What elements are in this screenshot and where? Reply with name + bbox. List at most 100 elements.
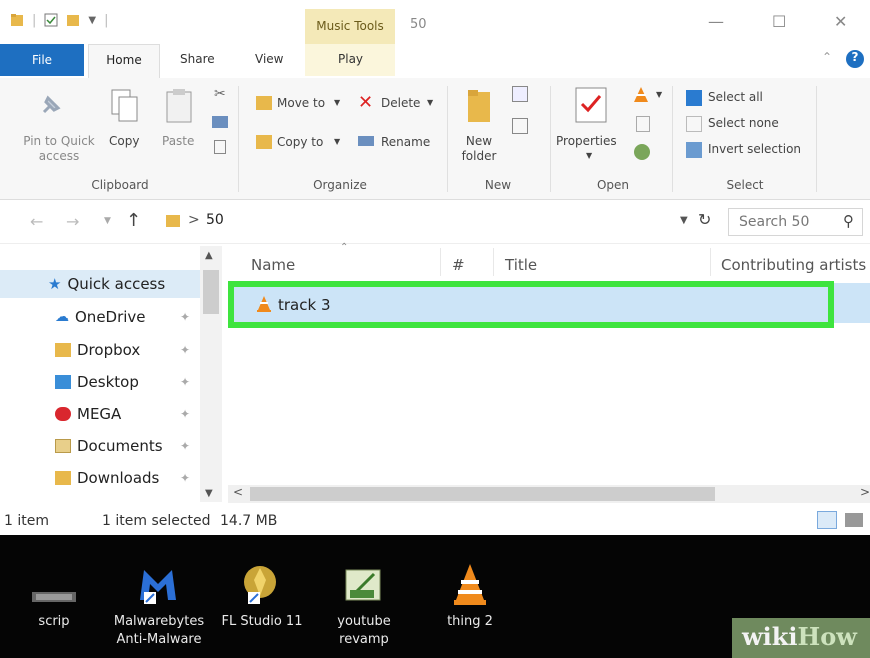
column-header-title[interactable]: Title	[505, 256, 537, 274]
column-header-number[interactable]: #	[452, 256, 465, 274]
copy-button[interactable]: Copy	[109, 134, 139, 148]
paste-icon[interactable]	[164, 88, 194, 126]
malwarebytes-icon[interactable]	[134, 560, 182, 608]
delete-dropdown-icon[interactable]: ▼	[427, 98, 433, 107]
horizontal-scrollbar-thumb[interactable]	[250, 487, 715, 501]
column-divider[interactable]	[440, 248, 441, 276]
vlc-open-icon[interactable]	[632, 86, 650, 104]
refresh-icon[interactable]: ↻	[698, 210, 711, 229]
rename-button[interactable]: Rename	[381, 135, 430, 149]
address-dropdown-icon[interactable]: ▼	[680, 215, 688, 226]
qat-dropdown-icon[interactable]: ▼	[88, 15, 96, 26]
details-view-icon[interactable]	[817, 511, 837, 529]
column-divider[interactable]	[493, 248, 494, 276]
nav-item-downloads[interactable]: Downloads	[55, 469, 159, 487]
column-header-name[interactable]: Name	[251, 256, 295, 274]
tab-play[interactable]: Play	[338, 52, 363, 66]
properties-button[interactable]: Properties	[556, 134, 617, 148]
nav-item-onedrive[interactable]: ☁ OneDrive	[55, 308, 146, 326]
qat-divider: |	[32, 12, 37, 28]
select-all-button[interactable]: Select all	[708, 90, 763, 104]
nav-item-quick-access[interactable]: ★ Quick access	[48, 275, 165, 293]
help-icon[interactable]: ?	[846, 50, 864, 68]
new-folder-large-icon[interactable]	[464, 86, 494, 126]
history-icon[interactable]	[634, 144, 650, 160]
forward-arrow-icon[interactable]: →	[66, 212, 79, 231]
address-bar[interactable]: > 50 ▼ ↻	[160, 208, 725, 236]
delete-button[interactable]: Delete	[381, 96, 420, 110]
large-icons-view-icon[interactable]	[845, 513, 863, 527]
column-header-contributing-artists[interactable]: Contributing artists	[721, 256, 866, 274]
new-folder-icon[interactable]	[66, 12, 80, 28]
open-dropdown-icon[interactable]: ▼	[656, 90, 662, 99]
search-input[interactable]: Search 50 ⚲	[728, 208, 863, 236]
nav-scroll-down-icon[interactable]: ▼	[205, 488, 213, 499]
tab-file[interactable]: File	[0, 44, 84, 76]
tab-share[interactable]: Share	[180, 52, 215, 66]
new-folder-label-2: folder	[461, 149, 497, 163]
edit-icon[interactable]	[636, 116, 650, 132]
nav-scrollbar-thumb[interactable]	[203, 270, 219, 314]
tab-home[interactable]: Home	[88, 44, 160, 80]
desktop-label-malwarebytes[interactable]: Malwarebytes Anti-Malware	[104, 613, 214, 649]
column-divider[interactable]	[710, 248, 711, 276]
up-arrow-icon[interactable]: ↑	[126, 210, 141, 231]
desktop-label-line: scrip	[38, 614, 70, 629]
pin-label: Pin to Quick	[23, 134, 95, 148]
folder-icon[interactable]	[10, 12, 24, 28]
tab-view[interactable]: View	[255, 52, 283, 66]
vlc-thing2-icon[interactable]	[446, 560, 494, 608]
rename-icon	[358, 136, 374, 146]
nav-label: Dropbox	[77, 341, 141, 359]
cut-icon[interactable]: ✂	[214, 86, 226, 102]
copy-to-button[interactable]: Copy to	[277, 135, 323, 149]
paste-button[interactable]: Paste	[162, 134, 194, 148]
nav-label: MEGA	[77, 405, 122, 423]
scroll-left-icon[interactable]: <	[233, 485, 243, 499]
move-to-button[interactable]: Move to	[277, 96, 325, 110]
delete-icon: ✕	[358, 92, 374, 113]
nav-item-documents[interactable]: Documents	[55, 437, 163, 455]
quick-access-toolbar: | ▼ |	[10, 12, 108, 28]
minimize-button[interactable]: —	[708, 12, 724, 31]
properties-check-icon[interactable]	[44, 12, 58, 28]
collapse-ribbon-icon[interactable]: ⌃	[822, 50, 832, 64]
pin-icon[interactable]	[36, 92, 64, 120]
paste-shortcut-icon[interactable]	[214, 140, 226, 154]
properties-dropdown-icon[interactable]: ▼	[586, 151, 592, 160]
nav-scroll-up-icon[interactable]: ▲	[205, 250, 213, 261]
nav-item-dropbox[interactable]: Dropbox	[55, 341, 140, 359]
desktop-label-youtube[interactable]: youtube revamp	[322, 613, 406, 649]
nav-item-mega[interactable]: MEGA	[55, 405, 121, 423]
maximize-button[interactable]: ☐	[772, 12, 786, 31]
desktop-label-scrip[interactable]: scrip	[30, 613, 78, 631]
youtube-revamp-icon[interactable]	[340, 560, 388, 608]
invert-selection-button[interactable]: Invert selection	[708, 142, 801, 156]
copy-to-dropdown-icon[interactable]: ▼	[334, 137, 340, 146]
close-button[interactable]: ✕	[834, 12, 847, 31]
desktop-label-line-2: Anti-Malware	[116, 632, 202, 647]
copy-path-icon[interactable]	[212, 116, 228, 128]
select-none-button[interactable]: Select none	[708, 116, 779, 130]
pin-to-quick-access-button[interactable]: Pin to Quick access	[20, 134, 98, 164]
select-none-icon	[686, 116, 702, 132]
nav-item-desktop[interactable]: Desktop	[55, 373, 139, 391]
scroll-right-icon[interactable]: >	[860, 485, 870, 499]
recent-locations-icon[interactable]: ▼	[104, 216, 111, 226]
path-folder[interactable]: 50	[206, 212, 224, 228]
nav-label: Documents	[77, 437, 163, 455]
copy-icon[interactable]	[110, 88, 140, 124]
organize-group-label: Organize	[313, 178, 367, 192]
fl-studio-icon[interactable]	[236, 560, 284, 608]
properties-icon[interactable]	[574, 86, 608, 124]
desktop-folder-icon	[55, 375, 71, 389]
status-bar: 1 item 1 item selected 14.7 MB	[0, 505, 870, 535]
back-arrow-icon[interactable]: ←	[30, 212, 43, 231]
desktop-label-thing-2[interactable]: thing 2	[430, 613, 510, 631]
new-item-icon[interactable]	[512, 86, 528, 102]
scrip-icon[interactable]	[32, 590, 76, 606]
move-to-dropdown-icon[interactable]: ▼	[334, 98, 340, 107]
desktop-label-fl-studio[interactable]: FL Studio 11	[214, 613, 310, 631]
new-folder-button[interactable]: New folder	[458, 134, 500, 164]
easy-access-icon[interactable]	[512, 118, 528, 134]
